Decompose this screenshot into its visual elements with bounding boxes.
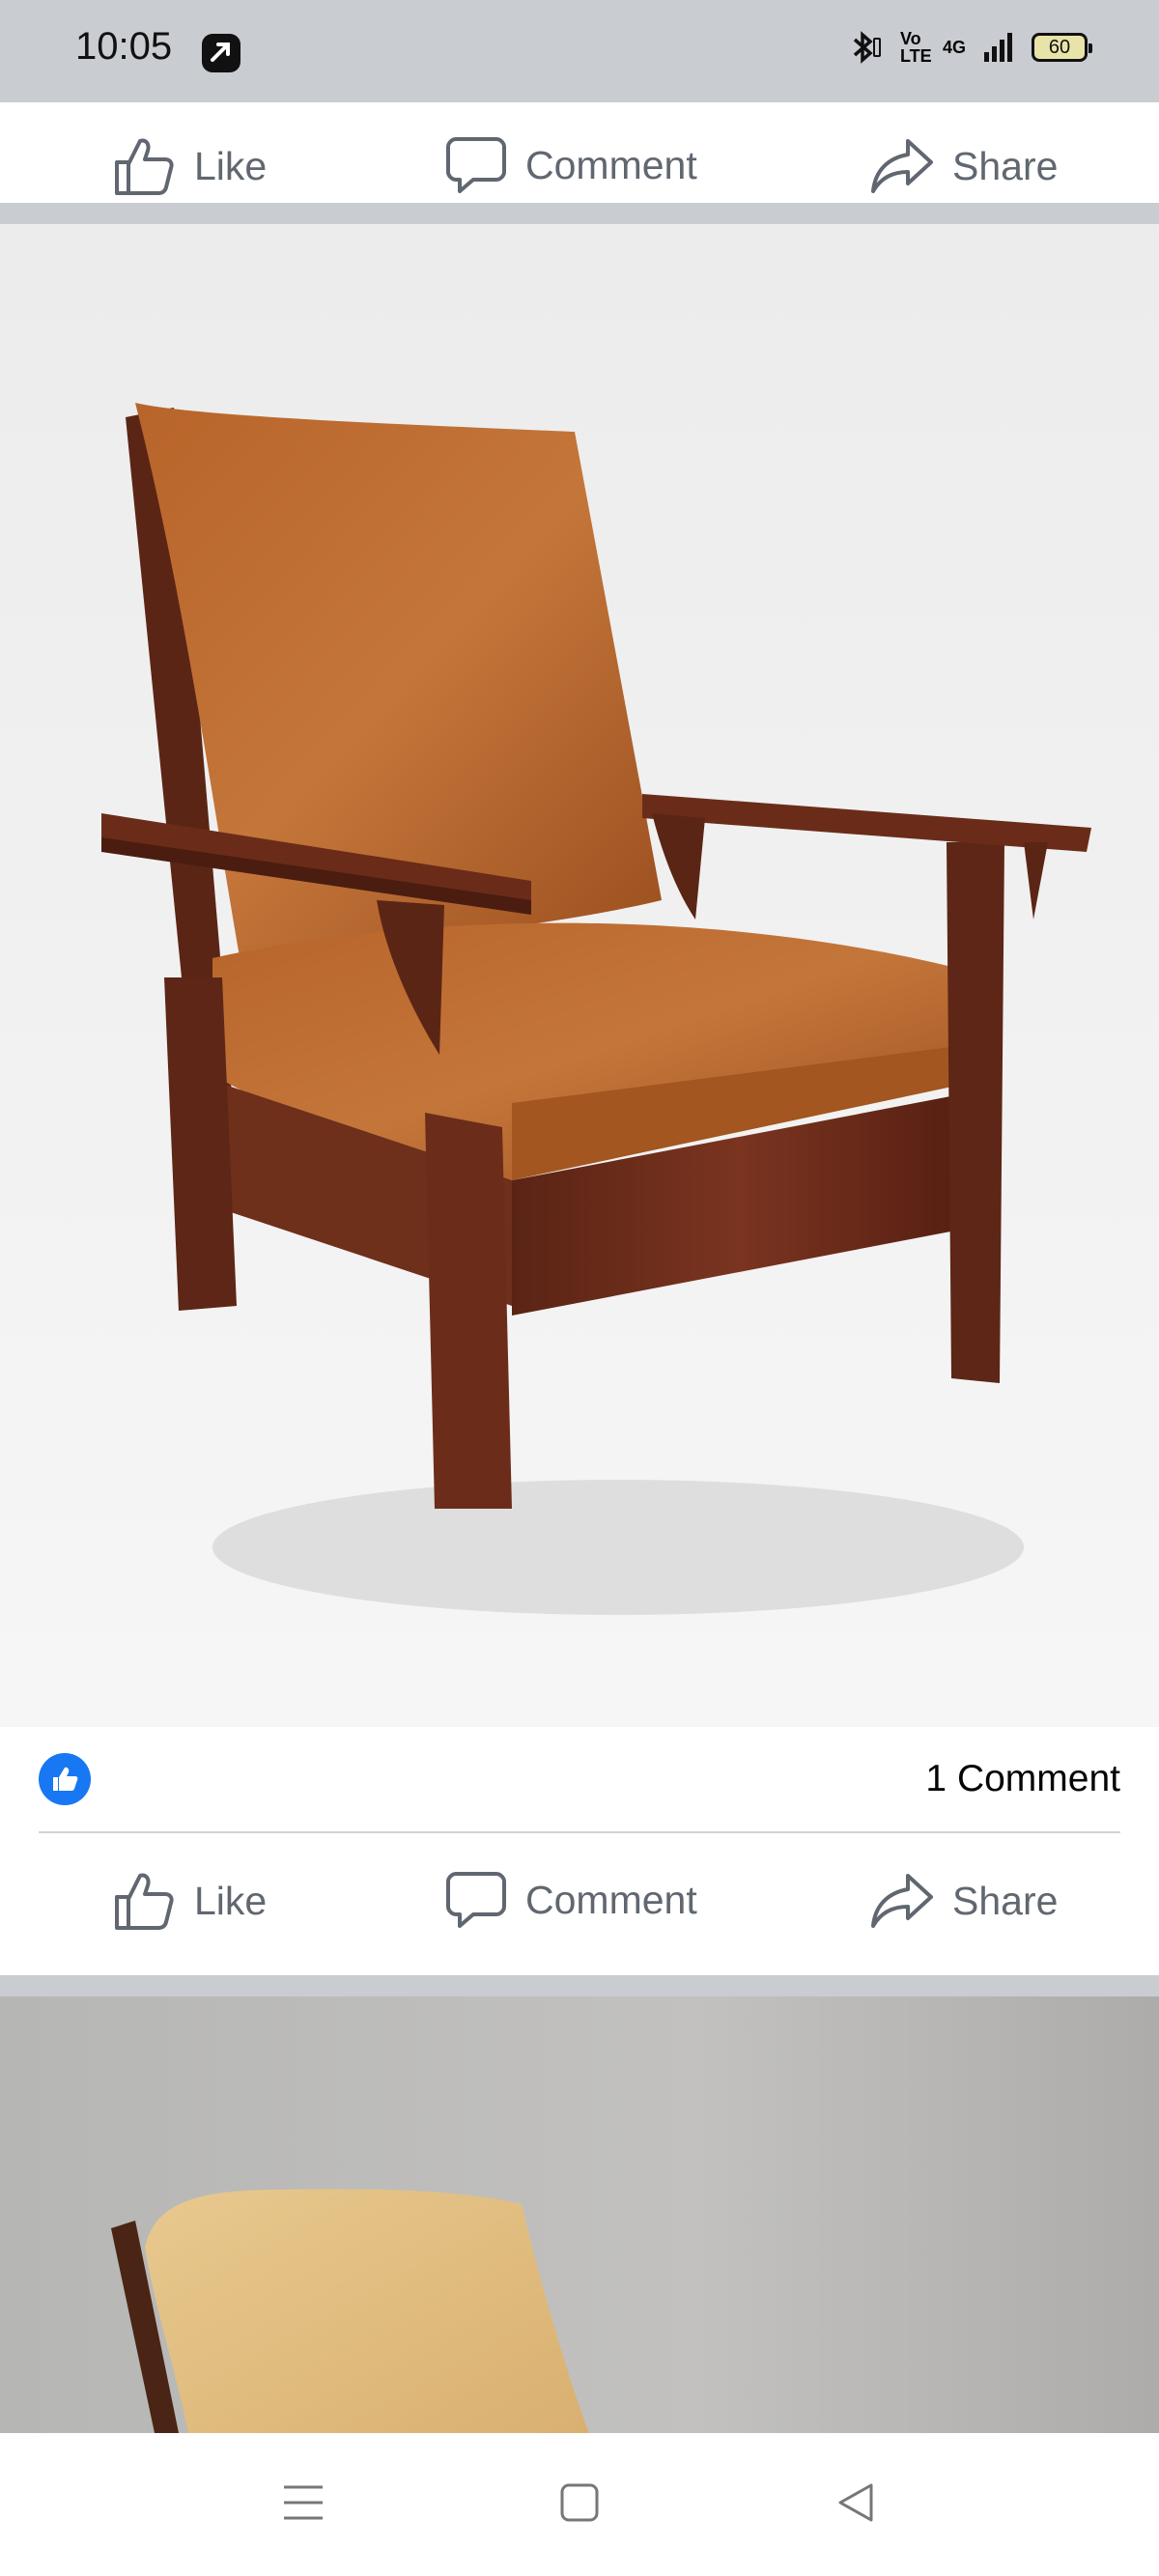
previous-post-actions: Like Comment Share bbox=[0, 102, 1159, 203]
share-icon bbox=[871, 1874, 933, 1928]
comment-icon bbox=[446, 1872, 506, 1928]
feed-separator bbox=[0, 203, 1159, 224]
system-nav-bar bbox=[0, 2433, 1159, 2576]
bluetooth-icon bbox=[853, 31, 881, 64]
like-button[interactable]: Like bbox=[111, 1868, 267, 1934]
thumbs-up-icon bbox=[115, 1873, 174, 1930]
status-icons: Vo LTE 4G 60 bbox=[846, 29, 1092, 66]
menu-icon[interactable] bbox=[282, 2481, 325, 2524]
comment-label: Comment bbox=[525, 142, 697, 187]
share-icon bbox=[871, 139, 933, 193]
comment-icon bbox=[446, 137, 506, 193]
chair-image bbox=[0, 1996, 1159, 2433]
battery-level: 60 bbox=[1048, 36, 1071, 58]
comment-count[interactable]: 1 Comment bbox=[925, 1758, 1120, 1800]
chair-image bbox=[0, 224, 1159, 1727]
like-reaction-icon[interactable] bbox=[39, 1753, 91, 1805]
status-time: 10:05 bbox=[75, 25, 173, 68]
share-button[interactable]: Share bbox=[869, 1868, 1058, 1934]
volte-icon: Vo LTE bbox=[899, 29, 932, 66]
post-photo-chair[interactable] bbox=[0, 224, 1159, 1727]
like-label: Like bbox=[194, 143, 268, 188]
home-icon[interactable] bbox=[560, 2483, 599, 2522]
comment-label: Comment bbox=[525, 1877, 697, 1922]
post-photo-next[interactable] bbox=[0, 1996, 1159, 2433]
comment-button[interactable]: Comment bbox=[444, 1868, 697, 1932]
network-type: 4G bbox=[942, 37, 966, 57]
back-icon[interactable] bbox=[836, 2481, 875, 2524]
post-actions: Like Comment Share bbox=[0, 1854, 1159, 1955]
comment-button[interactable]: Comment bbox=[444, 133, 697, 197]
signal-icon bbox=[984, 33, 1012, 62]
share-label: Share bbox=[952, 143, 1059, 188]
feed-separator bbox=[0, 1975, 1159, 1996]
share-button[interactable]: Share bbox=[869, 133, 1058, 199]
divider bbox=[39, 1831, 1120, 1833]
status-bar: 10:05 Vo LTE 4G 60 bbox=[0, 0, 1159, 102]
battery-icon: 60 bbox=[1032, 33, 1092, 62]
app-icon bbox=[202, 34, 240, 72]
like-button[interactable]: Like bbox=[111, 133, 267, 199]
like-label: Like bbox=[194, 1878, 268, 1923]
share-label: Share bbox=[952, 1878, 1059, 1923]
thumbs-up-icon bbox=[115, 138, 174, 195]
